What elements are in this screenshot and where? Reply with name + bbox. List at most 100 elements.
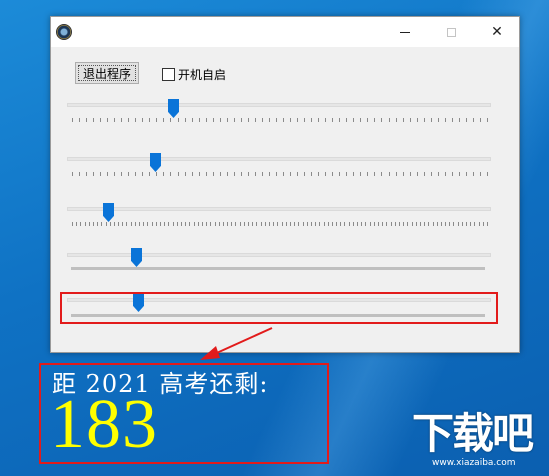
tick-mark <box>378 222 379 226</box>
tick-mark <box>163 172 164 176</box>
tick-mark <box>353 118 354 122</box>
checkbox-box[interactable] <box>162 67 175 81</box>
tick-mark <box>107 118 108 122</box>
tick-mark <box>479 222 480 226</box>
tick-mark <box>72 118 73 122</box>
tick-mark <box>107 172 108 176</box>
tick-mark <box>374 222 375 226</box>
slider-3-thumb[interactable] <box>103 203 114 222</box>
tick-mark <box>262 172 263 176</box>
tick-mark <box>466 222 467 226</box>
tick-mark <box>417 118 418 122</box>
tick-mark <box>241 118 242 122</box>
tick-mark <box>381 118 382 122</box>
tick-mark <box>445 222 446 226</box>
tick-mark <box>357 222 358 226</box>
tick-mark <box>370 222 371 226</box>
tick-mark <box>480 172 481 176</box>
tick-mark <box>255 118 256 122</box>
tick-mark <box>185 118 186 122</box>
tick-mark <box>286 222 287 226</box>
tick-mark <box>389 118 390 122</box>
tick-mark <box>156 172 157 176</box>
slider-3[interactable] <box>67 202 491 232</box>
slider-3-track <box>67 207 491 211</box>
tick-mark <box>318 118 319 122</box>
tick-mark <box>389 172 390 176</box>
close-button[interactable]: ✕ <box>474 17 520 47</box>
tick-mark <box>311 118 312 122</box>
tick-mark <box>353 172 354 176</box>
tick-mark <box>173 222 174 226</box>
tick-mark <box>206 222 207 226</box>
tick-mark <box>93 118 94 122</box>
slider-4-thumb[interactable] <box>131 248 142 267</box>
tick-mark <box>199 118 200 122</box>
tick-mark <box>79 118 80 122</box>
tick-mark <box>332 172 333 176</box>
tick-mark <box>240 222 241 226</box>
tick-mark <box>185 172 186 176</box>
tick-mark <box>198 222 199 226</box>
tick-mark <box>114 222 115 226</box>
slider-3-ticks <box>72 222 488 226</box>
tick-mark <box>473 118 474 122</box>
tick-mark <box>100 172 101 176</box>
tick-mark <box>431 118 432 122</box>
tick-mark <box>319 222 320 226</box>
tick-mark <box>332 222 333 226</box>
tick-mark <box>265 222 266 226</box>
tick-mark <box>262 118 263 122</box>
tick-mark <box>234 118 235 122</box>
tick-mark <box>163 118 164 122</box>
slider-1[interactable] <box>67 99 491 129</box>
tick-mark <box>487 118 488 122</box>
tick-mark <box>206 172 207 176</box>
tick-mark <box>97 222 98 226</box>
tick-mark <box>328 222 329 226</box>
tick-mark <box>114 172 115 176</box>
tick-mark <box>437 222 438 226</box>
tick-mark <box>194 222 195 226</box>
exit-program-button[interactable]: 退出程序 <box>75 62 139 84</box>
tick-mark <box>235 222 236 226</box>
tick-mark <box>139 222 140 226</box>
tick-mark <box>480 118 481 122</box>
tick-mark <box>360 118 361 122</box>
tick-mark <box>346 172 347 176</box>
autostart-checkbox[interactable]: 开机自启 <box>162 66 226 82</box>
countdown-days: 183 <box>50 386 158 463</box>
tick-mark <box>382 222 383 226</box>
tick-mark <box>276 172 277 176</box>
tick-mark <box>79 172 80 176</box>
slider-1-thumb[interactable] <box>168 99 179 118</box>
tick-mark <box>135 118 136 122</box>
slider-4[interactable] <box>67 247 491 273</box>
tick-mark <box>121 172 122 176</box>
tick-mark <box>410 172 411 176</box>
tick-mark <box>459 172 460 176</box>
tick-mark <box>311 222 312 226</box>
tick-mark <box>192 172 193 176</box>
tick-mark <box>269 172 270 176</box>
tick-mark <box>160 222 161 226</box>
minimize-button[interactable] <box>382 17 428 47</box>
tick-mark <box>360 172 361 176</box>
tick-mark <box>303 222 304 226</box>
tick-mark <box>433 222 434 226</box>
slider-2-thumb[interactable] <box>150 153 161 172</box>
tick-mark <box>336 222 337 226</box>
slider-1-ticks <box>72 118 488 122</box>
tick-mark <box>381 172 382 176</box>
tick-mark <box>325 118 326 122</box>
watermark-logo: 下载吧 www.xiazaiba.com <box>412 410 546 474</box>
slider-2[interactable] <box>67 153 491 183</box>
tick-mark <box>452 118 453 122</box>
tick-mark <box>147 222 148 226</box>
tick-mark <box>76 222 77 226</box>
tick-mark <box>156 222 157 226</box>
tick-mark <box>367 172 368 176</box>
tick-mark <box>420 222 421 226</box>
tick-mark <box>403 222 404 226</box>
tick-mark <box>297 118 298 122</box>
